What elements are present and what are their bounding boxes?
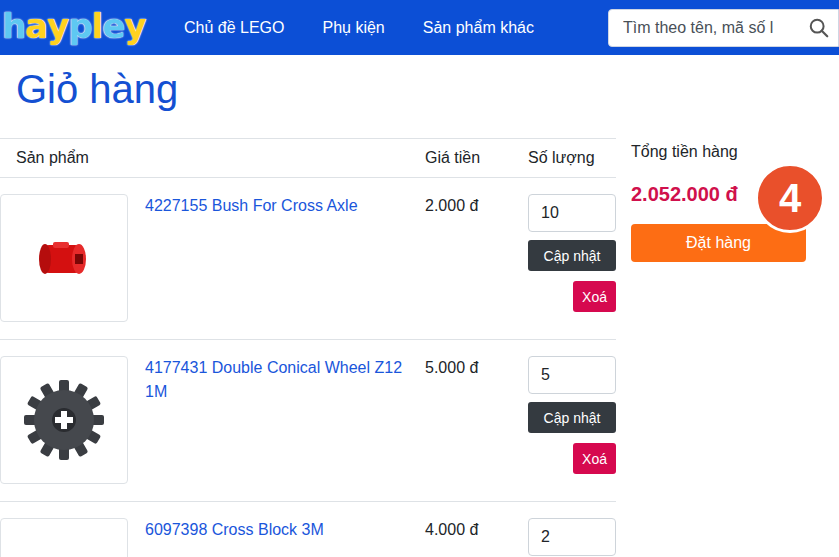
cart-content: Sản phẩmGiá tiềnSố lượng4227155 Bush For… (0, 138, 839, 557)
product-link[interactable]: 6097398 Cross Block 3M (145, 518, 425, 542)
product-price: 5.000 đ (425, 356, 528, 380)
gear-icon (16, 372, 112, 468)
top-bar: haypleyChủ đề LEGOPhụ kiệnSản phẩm khác (0, 0, 839, 55)
product-price: 4.000 đ (425, 518, 528, 542)
quantity-input[interactable] (528, 518, 616, 556)
bush-icon (29, 223, 99, 293)
main-nav: Chủ đề LEGO Phụ kiện Sản phẩm khác (184, 19, 534, 37)
product-image[interactable] (0, 518, 128, 557)
product-image[interactable] (0, 194, 128, 322)
search-input[interactable] (621, 18, 804, 38)
cart-table: Sản phẩmGiá tiềnSố lượng4227155 Bush For… (0, 138, 616, 557)
delete-button[interactable]: Xoá (573, 281, 616, 312)
table-row: 6097398 Cross Block 3M4.000 đCập nhậtXoá (0, 502, 616, 557)
product-link[interactable]: 4177431 Double Conical Wheel Z12 1M (145, 356, 425, 404)
column-header: Sản phẩm (0, 149, 425, 167)
product-image[interactable] (0, 356, 128, 484)
quantity-cell: Cập nhật Xoá (528, 194, 616, 312)
block-icon (19, 537, 109, 557)
page-title: Giỏ hàng (0, 55, 839, 113)
logo-letter: a (25, 9, 47, 43)
search-icon[interactable] (808, 17, 830, 39)
step-badge: 4 (755, 163, 825, 233)
logo[interactable]: haypley (0, 9, 184, 43)
search-box (608, 9, 839, 47)
quantity-cell: Cập nhật Xoá (528, 356, 616, 474)
delete-button[interactable]: Xoá (573, 443, 616, 474)
nav-item[interactable]: Sản phẩm khác (423, 19, 534, 37)
column-header: Giá tiền (425, 149, 528, 167)
logo-letter: h (2, 9, 25, 43)
nav-item[interactable]: Chủ đề LEGO (184, 19, 285, 37)
logo-letter: p (68, 9, 91, 43)
update-button[interactable]: Cập nhật (528, 240, 616, 271)
logo-letter: y (47, 9, 68, 43)
product-price: 2.000 đ (425, 194, 528, 218)
table-row: 4177431 Double Conical Wheel Z12 1M5.000… (0, 340, 616, 502)
nav-item[interactable]: Phụ kiện (323, 19, 385, 37)
update-button[interactable]: Cập nhật (528, 402, 616, 433)
table-header: Sản phẩmGiá tiềnSố lượng (0, 138, 616, 178)
logo-letter: y (124, 9, 145, 43)
quantity-input[interactable] (528, 356, 616, 394)
table-row: 4227155 Bush For Cross Axle2.000 đCập nh… (0, 178, 616, 340)
cart-page: haypleyChủ đề LEGOPhụ kiệnSản phẩm khácG… (0, 0, 839, 557)
total-label: Tổng tiền hàng (631, 140, 806, 164)
logo-letter: l (92, 9, 103, 43)
quantity-cell: Cập nhậtXoá (528, 518, 616, 557)
logo-letter: e (102, 9, 124, 43)
product-link[interactable]: 4227155 Bush For Cross Axle (145, 194, 425, 218)
quantity-input[interactable] (528, 194, 616, 232)
column-header: Số lượng (528, 149, 616, 167)
